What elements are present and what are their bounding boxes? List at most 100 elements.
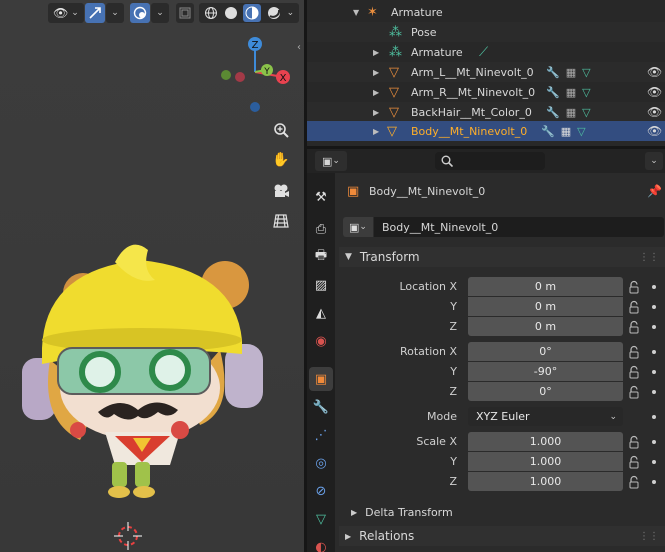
tool-icon: ⚒ (315, 189, 327, 205)
navigation-gizmo[interactable]: Z X Y (215, 30, 300, 125)
rotation-y-field[interactable]: -90° (468, 362, 623, 381)
outliner-row-backhair[interactable]: ▶ ▽ BackHair__Mt_Color_0 🔧 ▦ ▽ 👁 (307, 102, 665, 122)
perspective-toggle-button[interactable] (268, 208, 294, 234)
rotation-z-field[interactable]: 0° (468, 382, 623, 401)
expand-right-icon[interactable]: ▶ (373, 68, 379, 77)
lock-icon[interactable] (627, 475, 641, 489)
character-model[interactable] (20, 240, 270, 510)
lock-icon[interactable] (627, 385, 641, 399)
location-z-field[interactable]: 0 m (468, 317, 623, 336)
location-x-field[interactable]: 0 m (468, 277, 623, 296)
keyframe-dot[interactable] (652, 350, 656, 354)
tab-render[interactable]: ⎙ (309, 217, 333, 241)
drag-handle-icon[interactable]: ⋮⋮ (639, 252, 659, 263)
rendered-shading-icon[interactable] (267, 6, 281, 20)
pin-icon[interactable]: 📌 (647, 184, 662, 198)
scale-y-field[interactable]: 1.000 (468, 452, 623, 471)
keyframe-dot[interactable] (652, 370, 656, 374)
outliner-row-body[interactable]: ▶ ▽ Body__Mt_Ninevolt_0 🔧 ▦ ▽ 👁 (307, 121, 665, 141)
keyframe-dot[interactable] (652, 480, 656, 484)
outliner-row-armature-data[interactable]: ▶ ⁂ Armature ⟋ (307, 42, 665, 62)
visibility-eye-icon[interactable]: 👁 (647, 105, 662, 119)
outliner-row-arm-r[interactable]: ▶ ▽ Arm_R__Mt_Ninevolt_0 🔧 ▦ ▽ 👁 (307, 82, 665, 102)
visibility-eye-icon[interactable]: 👁 (647, 124, 662, 138)
mesh-data-icon[interactable]: ▽ (582, 86, 590, 99)
pan-button[interactable]: ✋ (268, 147, 294, 173)
data-block-type-button[interactable]: ▣ ⌄ (343, 217, 373, 237)
search-input[interactable] (435, 152, 545, 170)
rotation-mode-select[interactable]: XYZ Euler ⌄ (468, 407, 623, 426)
3d-viewport[interactable]: 👁 ⌄ ⌄ ⌄ ⌄ Z X Y ‹ ✋ (0, 0, 304, 552)
wrench-icon[interactable]: 🔧 (546, 86, 560, 99)
expand-right-icon[interactable]: ▶ (373, 48, 379, 57)
vertex-groups-icon[interactable]: ▦ (566, 66, 576, 79)
outliner[interactable]: ▼ ✶ Armature ⁂ Pose ▶ ⁂ Armature ⟋ ▶ ▽ A… (307, 0, 665, 146)
scale-z-field[interactable]: 1.000 (468, 472, 623, 491)
keyframe-dot[interactable] (652, 390, 656, 394)
neg-x-axis-handle[interactable] (235, 72, 245, 82)
wrench-icon[interactable]: 🔧 (546, 106, 560, 119)
solid-shading-icon[interactable] (224, 6, 238, 20)
lock-icon[interactable] (627, 435, 641, 449)
options-dropdown[interactable]: ⌄ (645, 152, 663, 170)
chevron-down-icon[interactable]: ⌄ (287, 8, 295, 18)
vertex-groups-icon[interactable]: ▦ (566, 106, 576, 119)
expand-right-icon[interactable]: ▶ (373, 127, 379, 136)
material-shading-button[interactable] (243, 4, 262, 22)
mesh-data-icon[interactable]: ▽ (582, 66, 590, 79)
zoom-button[interactable] (268, 117, 294, 143)
expand-down-icon[interactable]: ▼ (353, 8, 359, 17)
vertex-groups-icon[interactable]: ▦ (561, 125, 571, 138)
selectability-button[interactable] (85, 3, 105, 23)
wireframe-shading-icon[interactable] (204, 6, 218, 20)
keyframe-dot[interactable] (652, 415, 656, 419)
keyframe-dot[interactable] (652, 305, 656, 309)
editor-type-button[interactable]: ▣ ⌄ (315, 151, 347, 171)
lock-icon[interactable] (627, 365, 641, 379)
view-object-types-button[interactable]: 👁 ⌄ (48, 3, 84, 23)
neg-z-axis-handle[interactable] (250, 102, 260, 112)
transform-panel-header[interactable]: ▼ Transform ⋮⋮ (339, 247, 665, 267)
mesh-data-icon[interactable]: ▽ (582, 106, 590, 119)
keyframe-dot[interactable] (652, 325, 656, 329)
mesh-data-icon[interactable]: ▽ (577, 125, 585, 138)
properties-editor[interactable]: ▣ ⌄ ⌄ ⚒ ⎙ 🖶 ▨ ◭ ◉ ▣ 🔧 ⋰ ◎ ⊘ ▽ ◐ ▣ Body__M… (307, 149, 665, 552)
lock-icon[interactable] (627, 280, 641, 294)
lock-icon[interactable] (627, 320, 641, 334)
outliner-row-armature[interactable]: ▼ ✶ Armature (307, 2, 665, 22)
wrench-icon[interactable]: 🔧 (541, 125, 555, 138)
relations-panel-header[interactable]: ▶ Relations ⋮⋮ (339, 526, 665, 546)
location-y-field[interactable]: 0 m (468, 297, 623, 316)
keyframe-dot[interactable] (652, 285, 656, 289)
expand-right-icon[interactable]: ▶ (373, 88, 379, 97)
shading-mode-group[interactable]: ⌄ (199, 3, 299, 23)
selectability-dropdown[interactable]: ⌄ (106, 3, 124, 23)
visibility-eye-icon[interactable]: 👁 (647, 85, 662, 99)
tab-material[interactable]: ◐ (309, 535, 333, 552)
overlay-toggle[interactable] (130, 3, 150, 23)
tab-output[interactable]: 🖶 (309, 245, 333, 269)
outliner-row-pose[interactable]: ⁂ Pose (307, 22, 665, 42)
lock-icon[interactable] (627, 345, 641, 359)
outliner-row-arm-l[interactable]: ▶ ▽ Arm_L__Mt_Ninevolt_0 🔧 ▦ ▽ 👁 (307, 62, 665, 82)
tab-data[interactable]: ▽ (309, 507, 333, 531)
camera-view-button[interactable] (268, 178, 294, 204)
xray-toggle[interactable] (176, 3, 194, 23)
object-name-field[interactable]: Body__Mt_Ninevolt_0 (374, 217, 664, 237)
tab-tool[interactable]: ⚒ (309, 185, 333, 209)
visibility-eye-icon[interactable]: 👁 (647, 65, 662, 79)
keyframe-dot[interactable] (652, 460, 656, 464)
vertex-groups-icon[interactable]: ▦ (566, 86, 576, 99)
drag-handle-icon[interactable]: ⋮⋮ (639, 531, 659, 542)
lock-icon[interactable] (627, 455, 641, 469)
overlay-dropdown[interactable]: ⌄ (151, 3, 169, 23)
wrench-icon[interactable]: 🔧 (546, 66, 560, 79)
expand-right-icon[interactable]: ▶ (373, 108, 379, 117)
rotation-x-field[interactable]: 0° (468, 342, 623, 361)
neg-y-axis-handle[interactable] (221, 70, 231, 80)
delta-transform-header[interactable]: ▶ Delta Transform (351, 502, 651, 522)
sidebar-toggle-icon[interactable]: ‹ (297, 42, 301, 53)
lock-icon[interactable] (627, 300, 641, 314)
keyframe-dot[interactable] (652, 440, 656, 444)
scale-x-field[interactable]: 1.000 (468, 432, 623, 451)
